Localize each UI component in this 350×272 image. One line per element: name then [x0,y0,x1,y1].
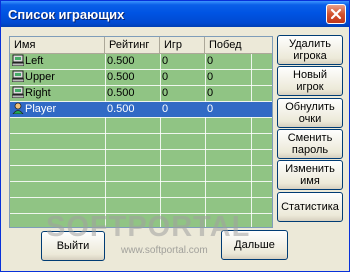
cell-wins: 0 [207,87,214,99]
cell-games: 0 [162,87,169,99]
table-row[interactable]: Right 0.500 0 0 [10,86,272,101]
change-password-button[interactable]: Сменить пароль [277,129,343,159]
reset-points-button[interactable]: Обнулить очки [277,98,343,128]
computer-icon [12,70,24,82]
table-row[interactable]: Left 0.500 0 0 [10,54,272,69]
cell-rating: 0.500 [107,71,135,83]
cell-name: Player [10,102,105,117]
column-header-name[interactable]: Имя [10,37,105,53]
close-icon [330,8,342,20]
new-player-button[interactable]: Новый игрок [277,66,343,96]
cell-name: Right [10,86,105,101]
title-bar[interactable]: Список играющих [1,1,349,27]
statistics-button[interactable]: Статистика [277,192,343,222]
cell-games: 0 [162,55,169,67]
table-row-selected[interactable]: Player 0.500 0 0 [10,102,272,117]
grid-line [10,165,272,166]
players-dialog: Список играющих Имя Рейтинг Игр Побед Le… [0,0,350,272]
cell-rating: 0.500 [107,87,135,99]
table-header: Имя Рейтинг Игр Побед [10,37,272,54]
watermark-brand: SOFTPORTAL [46,211,251,243]
grid-line [10,181,272,182]
cell-games: 0 [162,103,169,115]
person-icon [12,102,24,114]
cell-name: Left [10,54,105,69]
column-header-wins[interactable]: Побед [205,37,272,53]
grid-line [10,133,272,134]
grid-line [10,197,272,198]
grid-line [10,149,272,150]
cell-wins: 0 [207,55,214,67]
window-title: Список играющих [8,7,125,22]
change-name-button[interactable]: Изменить имя [277,160,343,190]
table-row[interactable]: Upper 0.500 0 0 [10,70,272,85]
cell-rating: 0.500 [107,103,135,115]
close-button[interactable] [326,4,346,24]
grid-line [10,117,272,118]
column-header-games[interactable]: Игр [160,37,205,53]
computer-icon [12,54,24,66]
cell-wins: 0 [207,71,214,83]
cell-games: 0 [162,71,169,83]
cell-rating: 0.500 [107,55,135,67]
computer-icon [12,86,24,98]
cell-wins: 0 [207,103,214,115]
watermark-url: www.softportal.com [121,245,208,256]
cell-name: Upper [10,70,105,85]
column-header-rating[interactable]: Рейтинг [105,37,160,53]
players-table[interactable]: Имя Рейтинг Игр Побед Left 0.500 0 0 Upp… [9,36,273,228]
delete-player-button[interactable]: Удалить игрока [277,35,343,65]
